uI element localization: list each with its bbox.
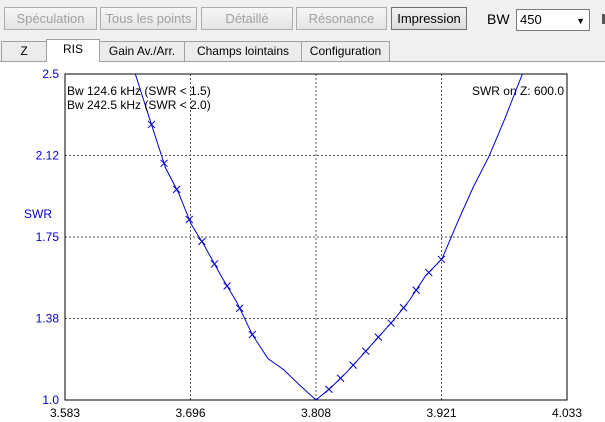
tab-z[interactable]: Z — [1, 41, 47, 61]
data-point-marker — [147, 120, 156, 129]
x-tick-label: 3.696 — [175, 406, 205, 420]
y-tick-label: 1.0 — [42, 393, 59, 407]
bw-annotation-1: Bw 124.6 kHz (SWR < 1.5) — [67, 84, 211, 98]
data-point-marker — [374, 333, 383, 341]
swr-chart: 2.5 2.12 1.75 1.38 1.0 3.583 3.696 3.808 3.921 4… — [24, 67, 582, 420]
y-axis-label: SWR — [24, 207, 52, 221]
resonance-button[interactable]: Résonance — [296, 7, 387, 30]
bw-value: 450 — [520, 12, 542, 27]
data-point-marker — [399, 303, 408, 312]
y-tick-label: 1.38 — [36, 312, 60, 326]
data-point-marker — [198, 237, 206, 246]
data-point-marker — [336, 374, 345, 383]
x-tick-label: 3.921 — [426, 406, 456, 420]
data-point-marker — [223, 282, 231, 290]
data-point-marker — [387, 319, 395, 327]
data-point-marker — [185, 215, 194, 224]
print-button[interactable]: Impression — [391, 7, 467, 30]
tab-bar: Z RIS Gain Av./Arr. Champs lointains Con… — [0, 39, 605, 62]
data-point-marker — [361, 347, 370, 355]
tab-ris[interactable]: RIS — [46, 39, 100, 62]
x-tick-label: 3.583 — [50, 406, 80, 420]
all-points-button[interactable]: Tous les points — [100, 7, 197, 30]
data-point-marker — [349, 361, 358, 370]
y-tick-label: 2.12 — [36, 149, 60, 163]
data-point-marker — [412, 286, 421, 294]
swr-on-z-annotation: SWR on Z: 600.0 — [472, 84, 564, 98]
data-point-marker — [235, 304, 244, 313]
tab-gain[interactable]: Gain Av./Arr. — [99, 41, 185, 61]
x-tick-label: 4.033 — [552, 406, 582, 420]
bw-select[interactable]: 450 ▼ — [516, 9, 590, 31]
data-point-marker — [248, 330, 257, 339]
bw-annotation-2: Bw 242.5 kHz (SWR < 2.0) — [67, 98, 211, 112]
data-point-marker — [172, 185, 181, 194]
speculation-button[interactable]: Spéculation — [4, 7, 97, 30]
chart-panel: 2.5 2.12 1.75 1.38 1.0 3.583 3.696 3.808 3.921 4… — [0, 61, 605, 422]
data-point-marker — [437, 255, 446, 264]
data-point-marker — [160, 159, 168, 168]
tab-configuration[interactable]: Configuration — [301, 41, 390, 61]
dropdown-arrow-icon: ▼ — [576, 16, 585, 26]
y-tick-label: 1.75 — [36, 230, 60, 244]
data-point-marker — [424, 268, 433, 277]
x-tick-label: 3.808 — [301, 406, 331, 420]
data-point-marker — [210, 260, 219, 268]
bw-label: BW — [487, 11, 510, 27]
detailed-button[interactable]: Détaillé — [201, 7, 293, 30]
tab-far-fields[interactable]: Champs lointains — [184, 41, 302, 61]
data-point-marker — [324, 385, 333, 394]
y-tick-label: 2.5 — [42, 67, 59, 81]
